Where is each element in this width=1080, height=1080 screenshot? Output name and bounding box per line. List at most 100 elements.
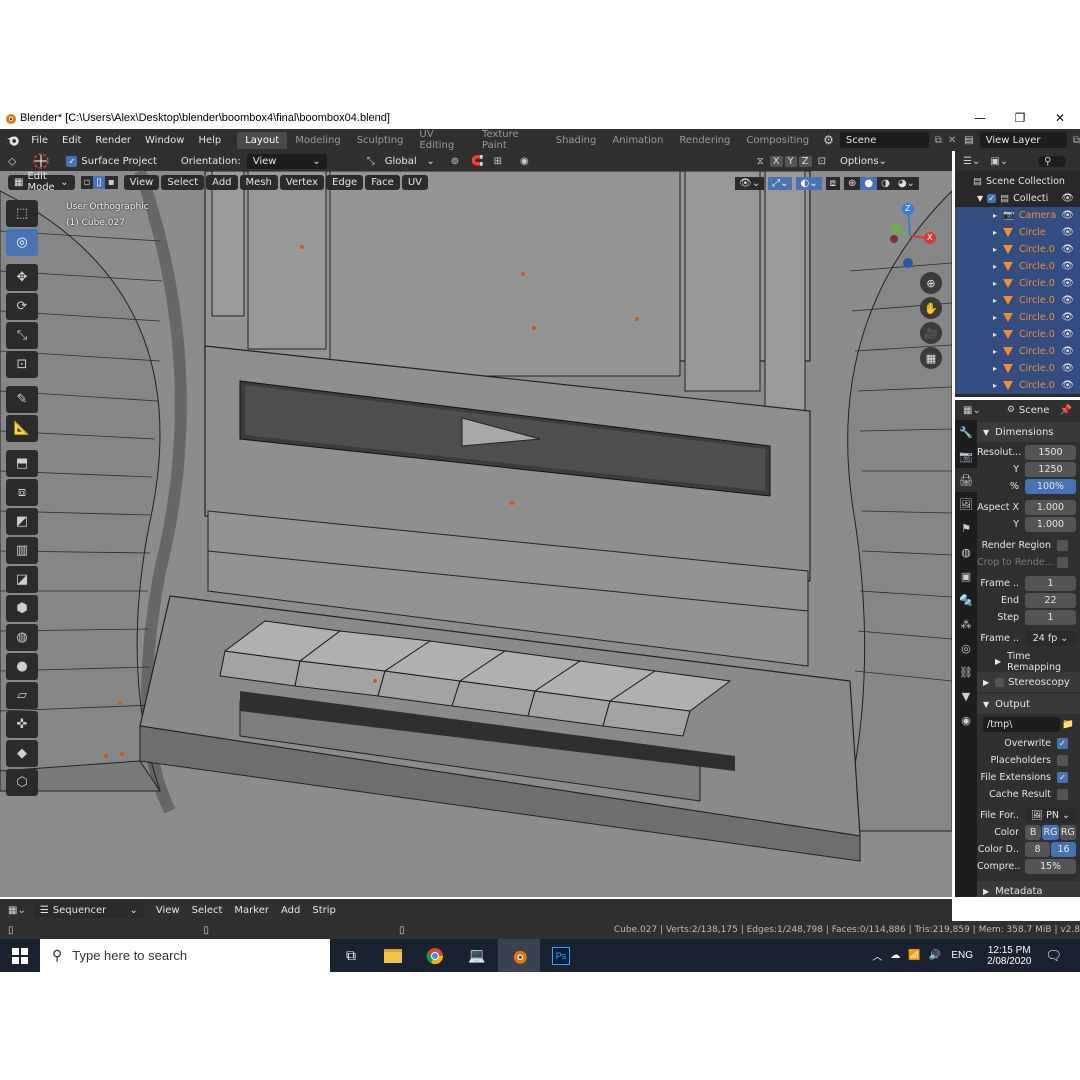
physics-tab-icon[interactable]: ◎ [955,636,977,660]
stereoscopy-checkbox[interactable] [995,677,1005,687]
menu-select[interactable]: Select [161,174,205,190]
blender-menu-icon[interactable] [6,132,20,148]
cache-result-checkbox[interactable] [1057,789,1068,800]
extrude-tool-icon[interactable]: ⬒ [6,450,38,477]
show-hidden-icons-icon[interactable]: ︿ [872,948,882,963]
view-layer-icon[interactable]: ▤ [964,135,973,146]
tab-layout[interactable]: Layout [237,131,288,149]
language-indicator[interactable]: ENG [951,950,973,961]
visibility-eye-icon[interactable]: 👁 [1061,278,1074,289]
color-depth-8-option[interactable]: 8 [1025,842,1050,857]
menu-edit[interactable]: Edit [55,135,88,146]
knife-tool-icon[interactable]: ◪ [6,566,38,593]
snap-target-icon[interactable]: ⊞ [494,156,502,167]
mirror-x-toggle[interactable]: X [769,155,783,167]
visibility-eye-icon[interactable]: 👁 [1061,329,1074,340]
modifier-tab-icon[interactable]: 🔩 [955,588,977,612]
color-rgba-option[interactable]: RG [1059,825,1076,840]
mode-dropdown[interactable]: ▦ Edit Mode ⌄ [8,171,75,193]
visibility-eye-icon[interactable]: 👁 [1061,380,1074,391]
menu-add[interactable]: Add [206,174,238,190]
sequencer-menu-select[interactable]: Select [186,905,229,916]
particles-tab-icon[interactable]: ⁂ [955,612,977,636]
data-tab-icon[interactable]: ▼ [955,684,977,708]
dimensions-panel-header[interactable]: ▼ Dimensions [977,422,1080,442]
outliner-item-circle-5[interactable]: ▸ Circle.0 👁 [955,326,1080,343]
orientation-dropdown[interactable]: View ⌄ [246,153,327,169]
select-mode-edge-icon[interactable]: ▯ [93,175,105,189]
scene-field[interactable]: Scene [839,132,929,148]
tab-texture-paint[interactable]: Texture Paint [474,126,548,154]
photoshop-icon[interactable]: Ps [540,939,582,972]
menu-face[interactable]: Face [365,174,400,190]
tab-uv-editing[interactable]: UV Editing [411,126,474,154]
outliner-item-circle-3[interactable]: ▸ Circle.0 👁 [955,292,1080,309]
proportional-edit-icon[interactable]: ◉ [520,156,529,167]
collection-checkbox[interactable]: ✓ [987,194,997,203]
output-path-field[interactable]: /tmp\ [983,717,1061,732]
material-tab-icon[interactable]: ◉ [955,708,977,732]
overlay-toggle-icon[interactable]: ◐⌄ [796,176,822,190]
aspect-y-field[interactable]: 1.000 [1025,517,1076,532]
scale-tool-icon[interactable]: ⤡ [6,322,38,349]
menu-file[interactable]: File [24,135,55,146]
blender-taskbar-icon[interactable] [498,939,540,972]
frame-rate-dropdown[interactable]: 24 fp ⌄ [1025,631,1076,646]
visibility-eye-icon[interactable]: 👁 [1061,346,1074,357]
properties-editor-icon[interactable]: ▦⌄ [963,405,981,416]
outliner-item-circle-2[interactable]: ▸ Circle.0 👁 [955,275,1080,292]
outliner-item-camera[interactable]: ▸ 📷 Camera 👁 [955,207,1080,224]
expand-arrow-icon[interactable]: ▼ [977,194,983,203]
resolution-x-field[interactable]: 1500 [1025,445,1076,460]
spin-tool-icon[interactable]: ◍ [6,624,38,651]
toggle-ortho-icon[interactable]: ▦ [920,347,942,369]
render-region-checkbox[interactable] [1057,540,1068,551]
tab-compositing[interactable]: Compositing [738,132,817,149]
outliner-item-circle-7[interactable]: ▸ Circle.0 👁 [955,360,1080,377]
cursor-tool-icon[interactable]: ◎ [6,229,38,256]
output-panel-header[interactable]: ▼ Output [977,694,1080,714]
xray-icon[interactable]: ⧈ [825,176,840,190]
editor-type-icon[interactable]: ⬦ [8,154,16,169]
cursor-tool-icon[interactable] [30,152,52,170]
sequencer-type-dropdown[interactable]: ☰ Sequencer ⌄ [33,902,144,918]
tab-animation[interactable]: Animation [604,132,671,149]
rotate-tool-icon[interactable]: ⟳ [6,293,38,320]
volume-icon[interactable]: 🔊 [929,950,941,961]
task-view-icon[interactable]: ⧉ [330,939,372,972]
object-tab-icon[interactable]: ▣ [955,564,977,588]
visibility-eye-icon[interactable]: 👁 [1061,193,1074,204]
transform-orientation-dropdown[interactable]: Global ⌄ [378,153,441,169]
notifications-icon[interactable]: 🗨 [1045,948,1062,964]
maximize-button[interactable]: ❐ [1000,107,1040,129]
crop-checkbox[interactable] [1057,557,1068,568]
display-mode-icon[interactable]: ▣⌄ [990,156,1008,167]
options-dropdown[interactable]: Options ⌄ [833,153,887,169]
render-tab-icon[interactable]: 📷 [955,444,977,468]
new-scene-icon[interactable]: ⧉ [935,135,942,146]
clock[interactable]: 12:15 PM 2/08/2020 [987,945,1032,967]
frame-step-field[interactable]: 1 [1025,610,1076,625]
move-tool-icon[interactable]: ✥ [6,264,38,291]
sequencer-menu-marker[interactable]: Marker [228,905,275,916]
taskbar-search-input[interactable]: ⚲ Type here to search [40,939,330,972]
visibility-eye-icon[interactable]: 👁 [1061,227,1074,238]
sequencer-editor-icon[interactable]: ▦⌄ [8,905,26,916]
outliner-item-circle-0[interactable]: ▸ Circle.0 👁 [955,241,1080,258]
output-tab-icon[interactable]: 🖨 [955,468,977,492]
color-rgb-option[interactable]: RG [1042,825,1059,840]
smooth-tool-icon[interactable]: ● [6,653,38,680]
rip-region-tool-icon[interactable]: ⬡ [6,769,38,796]
file-explorer-icon[interactable] [372,939,414,972]
navigation-gizmo[interactable] [880,200,944,270]
outliner-item-circle-8[interactable]: ▸ Circle.0 👁 [955,377,1080,394]
transform-tool-icon[interactable]: ⊡ [6,351,38,378]
visibility-icon[interactable]: 👁⌄ [735,176,765,190]
camera-view-icon[interactable]: 🎥 [920,322,942,344]
view-layer-field[interactable]: View Layer [979,132,1067,148]
outliner-item-circle-6[interactable]: ▸ Circle.0 👁 [955,343,1080,360]
visibility-eye-icon[interactable]: 👁 [1061,244,1074,255]
file-format-dropdown[interactable]: 🖼 PN ⌄ [1025,808,1076,823]
inset-tool-icon[interactable]: ⧈ [6,479,38,506]
menu-edge[interactable]: Edge [326,174,364,190]
